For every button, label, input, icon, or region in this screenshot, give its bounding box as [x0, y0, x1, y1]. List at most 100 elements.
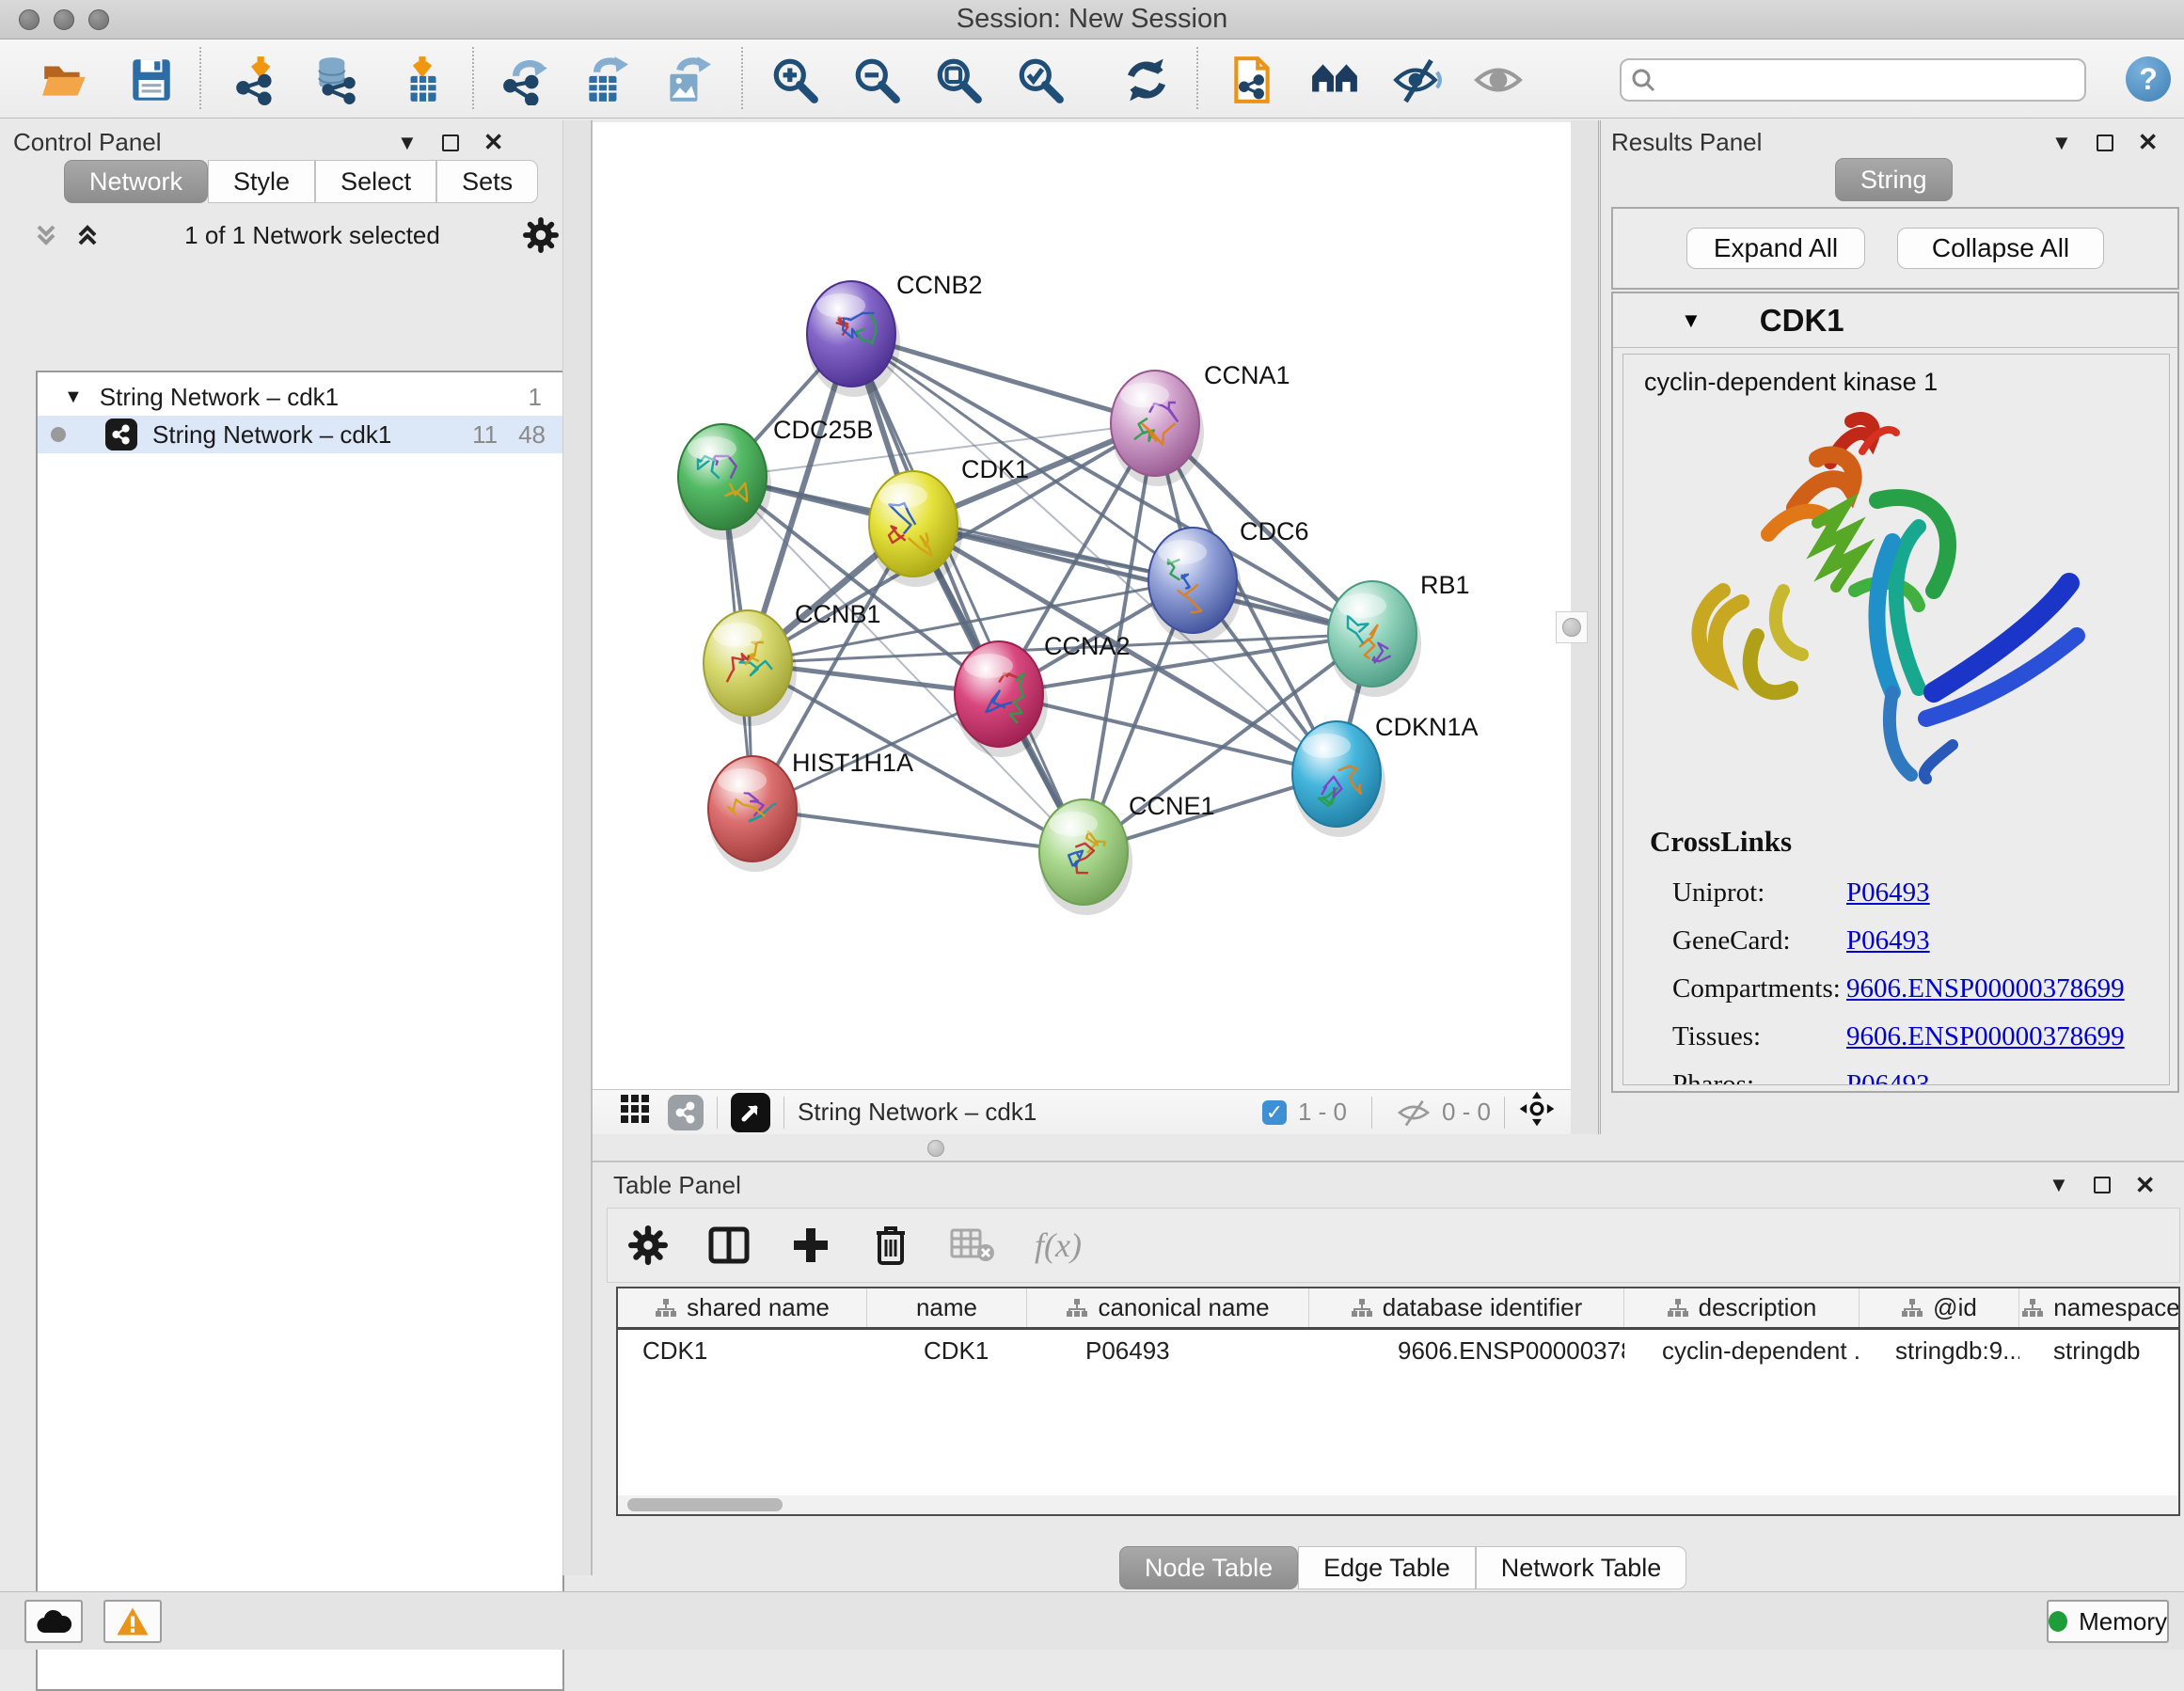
delete-column-trash-icon[interactable]	[871, 1224, 910, 1267]
left-splitter[interactable]	[562, 120, 593, 1575]
collapse-all-button[interactable]: Collapse All	[1897, 228, 2104, 269]
birdseye-view-icon[interactable]	[731, 1093, 770, 1132]
window-minimize-button[interactable]	[54, 9, 74, 30]
crosslink-link[interactable]: P06493	[1846, 877, 1930, 909]
cell-namespace[interactable]: stringdb	[2019, 1336, 2180, 1366]
network-graph[interactable]: CCNB2CCNA1CDC25BCDK1CDC6RB1CCNB1CCNA2CDK…	[593, 122, 1571, 1089]
export-network-button[interactable]	[499, 53, 553, 107]
panel-menu-caret-icon[interactable]: ▼	[2049, 1175, 2069, 1195]
refresh-button[interactable]	[1119, 53, 1174, 107]
tab-network-table[interactable]: Network Table	[1476, 1546, 1687, 1589]
crosslink-link[interactable]: 9606.ENSP00000378699	[1846, 1021, 2125, 1052]
table-row[interactable]: CDK1 CDK1 P06493 9606.ENSP00000378699 cy…	[618, 1330, 2178, 1371]
export-table-button[interactable]	[578, 53, 632, 107]
cloud-button[interactable]	[24, 1600, 83, 1643]
cell-shared-name[interactable]: CDK1	[618, 1336, 867, 1366]
crosslink-link[interactable]: 9606.ENSP00000378699	[1846, 973, 2125, 1004]
memory-button[interactable]: Memory	[2047, 1600, 2169, 1643]
right-splitter-grip[interactable]	[1556, 611, 1588, 643]
cell-id[interactable]: stringdb:9...	[1860, 1336, 2019, 1366]
network-from-file-button[interactable]	[1225, 53, 1279, 107]
zoom-fit-button[interactable]	[931, 53, 986, 107]
panel-close-icon[interactable]: ✕	[2138, 128, 2159, 157]
column-header[interactable]: description	[1624, 1288, 1860, 1327]
window-close-button[interactable]	[19, 9, 40, 30]
hidden-eye-icon[interactable]	[1397, 1098, 1431, 1127]
tab-network[interactable]: Network	[64, 160, 208, 203]
panel-close-icon[interactable]: ✕	[483, 128, 504, 157]
zoom-out-button[interactable]	[849, 53, 904, 107]
panel-menu-caret-icon[interactable]: ▼	[2051, 133, 2072, 153]
string-share-icon[interactable]	[668, 1095, 704, 1130]
expand-all-chevron-icon[interactable]	[73, 221, 102, 249]
column-header[interactable]: shared name	[618, 1288, 867, 1327]
warnings-button[interactable]	[103, 1600, 162, 1643]
zoom-fit-icon	[933, 55, 984, 105]
panel-close-icon[interactable]: ✕	[2135, 1171, 2156, 1200]
save-session-button[interactable]	[124, 53, 179, 107]
gear-icon[interactable]	[523, 217, 559, 253]
first-neighbors-button[interactable]	[1307, 53, 1362, 107]
document-network-icon	[1227, 55, 1277, 105]
import-table-button[interactable]	[395, 53, 450, 107]
horizontal-splitter-grip[interactable]	[927, 1140, 944, 1157]
zoom-selected-button[interactable]	[1013, 53, 1068, 107]
export-image-button[interactable]	[658, 53, 713, 107]
tab-style[interactable]: Style	[208, 160, 315, 203]
table-settings-gear-icon[interactable]	[628, 1225, 668, 1265]
cell-canonical-name[interactable]: P06493	[1027, 1336, 1309, 1366]
show-columns-icon[interactable]	[707, 1224, 751, 1267]
table-horizontal-scrollbar[interactable]	[618, 1495, 2178, 1514]
add-column-plus-icon[interactable]	[790, 1225, 831, 1266]
tab-select[interactable]: Select	[315, 160, 436, 203]
network-view-toolbar: String Network – cdk1 ✓ 1 - 0 0 - 0	[593, 1089, 1571, 1134]
tab-edge-table[interactable]: Edge Table	[1298, 1546, 1476, 1589]
tab-sets[interactable]: Sets	[436, 160, 538, 203]
tree-expand-caret-icon[interactable]: ▼	[64, 387, 83, 408]
crosslink-link[interactable]: P06493	[1846, 925, 1930, 956]
column-header[interactable]: namespace	[2019, 1288, 2180, 1327]
window-title: Session: New Session	[957, 4, 1228, 35]
panel-menu-caret-icon[interactable]: ▼	[397, 133, 418, 153]
import-network-file-button[interactable]	[229, 53, 284, 107]
panel-float-icon[interactable]	[2094, 1177, 2111, 1193]
scrollbar-thumb[interactable]	[627, 1498, 783, 1511]
panel-float-icon[interactable]	[442, 134, 459, 151]
help-button[interactable]: ?	[2126, 56, 2171, 102]
cell-name[interactable]: CDK1	[867, 1336, 1027, 1366]
network-manager-grid-icon[interactable]	[619, 1093, 651, 1131]
show-all-button[interactable]	[1471, 53, 1526, 107]
toolbar-separator	[1504, 1097, 1505, 1129]
collapse-caret-icon[interactable]: ▼	[1681, 308, 1701, 333]
collection-count: 1	[529, 383, 542, 412]
column-type-icon	[1066, 1298, 1088, 1319]
column-header[interactable]: @id	[1860, 1288, 2019, 1327]
column-header[interactable]: name	[867, 1288, 1027, 1327]
center-view-crosshair-icon[interactable]	[1518, 1090, 1556, 1134]
panel-float-icon[interactable]	[2097, 134, 2113, 151]
cell-description[interactable]: cyclin-dependent ...	[1624, 1336, 1860, 1366]
tab-node-table[interactable]: Node Table	[1119, 1546, 1298, 1589]
import-network-database-button[interactable]	[309, 53, 363, 107]
node-table[interactable]: shared name name canonical name database…	[616, 1287, 2180, 1516]
column-type-icon	[1351, 1298, 1373, 1319]
crosslink-link[interactable]: P06493	[1846, 1069, 1930, 1085]
selected-nodes-checkbox[interactable]: ✓	[1262, 1100, 1287, 1125]
expand-all-button[interactable]: Expand All	[1686, 228, 1865, 269]
delete-table-icon	[950, 1226, 995, 1264]
column-header[interactable]: database identifier	[1309, 1288, 1624, 1327]
network-collection-row[interactable]: ▼ String Network – cdk1 1	[38, 378, 562, 416]
gene-header-row[interactable]: ▼ CDK1	[1613, 293, 2177, 348]
network-row[interactable]: String Network – cdk1 11 48	[38, 416, 562, 453]
network-canvas[interactable]: CCNB2CCNA1CDC25BCDK1CDC6RB1CCNB1CCNA2CDK…	[593, 122, 1571, 1089]
open-session-button[interactable]	[38, 53, 92, 107]
hide-selected-button[interactable]	[1390, 53, 1445, 107]
tab-string-results[interactable]: String	[1835, 158, 1953, 201]
collapse-all-chevron-icon[interactable]	[32, 221, 60, 249]
cell-database-identifier[interactable]: 9606.ENSP00000378699	[1309, 1336, 1624, 1366]
column-header[interactable]: canonical name	[1027, 1288, 1309, 1327]
search-input[interactable]	[1663, 66, 2084, 95]
export-table-icon	[579, 55, 630, 105]
window-zoom-button[interactable]	[88, 9, 109, 30]
zoom-in-button[interactable]	[768, 53, 822, 107]
